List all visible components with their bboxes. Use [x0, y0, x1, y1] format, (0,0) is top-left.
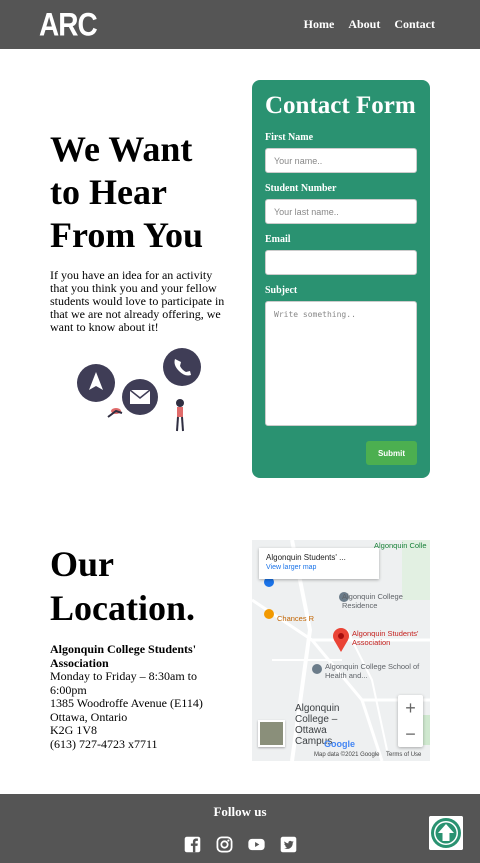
- student-number-input[interactable]: [265, 199, 417, 224]
- address-line-1: 1385 Woodroffe Avenue (E114): [50, 696, 203, 710]
- map-label-residence: Algonquin College Residence: [342, 592, 403, 610]
- main-nav: Home About Contact: [304, 17, 435, 32]
- office-hours: Monday to Friday – 8:30am to 6:00pm: [50, 669, 197, 697]
- map-place-card: Algonquin Students' ... View larger map: [259, 548, 379, 579]
- zoom-in-button[interactable]: +: [398, 695, 423, 721]
- student-number-label: Student Number: [265, 183, 337, 194]
- email-input[interactable]: [265, 250, 417, 275]
- map-attribution: Map data ©2021 Google Terms of Use: [314, 752, 421, 758]
- twitter-icon[interactable]: [280, 836, 297, 853]
- satellite-toggle[interactable]: [258, 720, 285, 747]
- map-label-chances: Chances R: [277, 614, 315, 623]
- contact-form: Contact Form First Name Student Number E…: [252, 80, 430, 478]
- arc-logo[interactable]: ARC: [39, 7, 98, 44]
- follow-us-heading: Follow us: [213, 804, 267, 819]
- map-label-school-health: Algonquin College School of Health and..…: [325, 662, 420, 680]
- phone-number: (613) 727-4723 x7711: [50, 736, 158, 751]
- email-label: Email: [265, 234, 291, 245]
- form-title: Contact Form: [265, 92, 416, 119]
- contact-illustration: [77, 348, 201, 432]
- nav-contact-link[interactable]: Contact: [394, 17, 435, 32]
- location-details: Algonquin College Students' Association …: [50, 642, 230, 751]
- location-title: Our Location.: [50, 544, 196, 628]
- address-line-2: Ottawa, Ontario: [50, 709, 128, 724]
- first-name-label: First Name: [265, 132, 314, 143]
- map-place-title: Algonquin Students' ...: [266, 553, 346, 562]
- site-header: ARC Home About Contact: [0, 0, 480, 49]
- instagram-icon[interactable]: [216, 836, 233, 853]
- facebook-icon[interactable]: [184, 836, 201, 853]
- google-map[interactable]: Algonquin Students' ... View larger map …: [252, 540, 430, 761]
- scroll-to-top-button[interactable]: [429, 816, 463, 850]
- submit-button[interactable]: Submit: [366, 441, 417, 465]
- social-links: [184, 836, 297, 853]
- nav-about-link[interactable]: About: [348, 17, 380, 32]
- postal-code: K2G 1V8: [50, 723, 97, 737]
- subject-label: Subject: [265, 285, 298, 296]
- view-larger-map-link[interactable]: View larger map: [266, 564, 372, 571]
- nav-home-link[interactable]: Home: [304, 17, 335, 32]
- google-logo: Google: [324, 739, 355, 749]
- zoom-out-button[interactable]: −: [398, 721, 423, 747]
- hero-title: We Want to Hear From You: [50, 129, 203, 255]
- map-label-algonquin: Algonquin Colle: [374, 541, 427, 550]
- terms-link[interactable]: Terms of Use: [386, 752, 421, 758]
- subject-textarea[interactable]: [265, 301, 417, 426]
- first-name-input[interactable]: [265, 148, 417, 173]
- org-name: Algonquin College Students' Association: [50, 642, 197, 670]
- site-footer: Follow us: [0, 794, 480, 863]
- map-zoom-controls: + −: [398, 695, 423, 747]
- map-data-text: Map data ©2021 Google: [314, 752, 380, 758]
- hero-description: If you have an idea for an activity that…: [50, 268, 225, 334]
- map-label-students-assoc: Algonquin Students' Association: [352, 629, 419, 647]
- youtube-icon[interactable]: [248, 836, 265, 853]
